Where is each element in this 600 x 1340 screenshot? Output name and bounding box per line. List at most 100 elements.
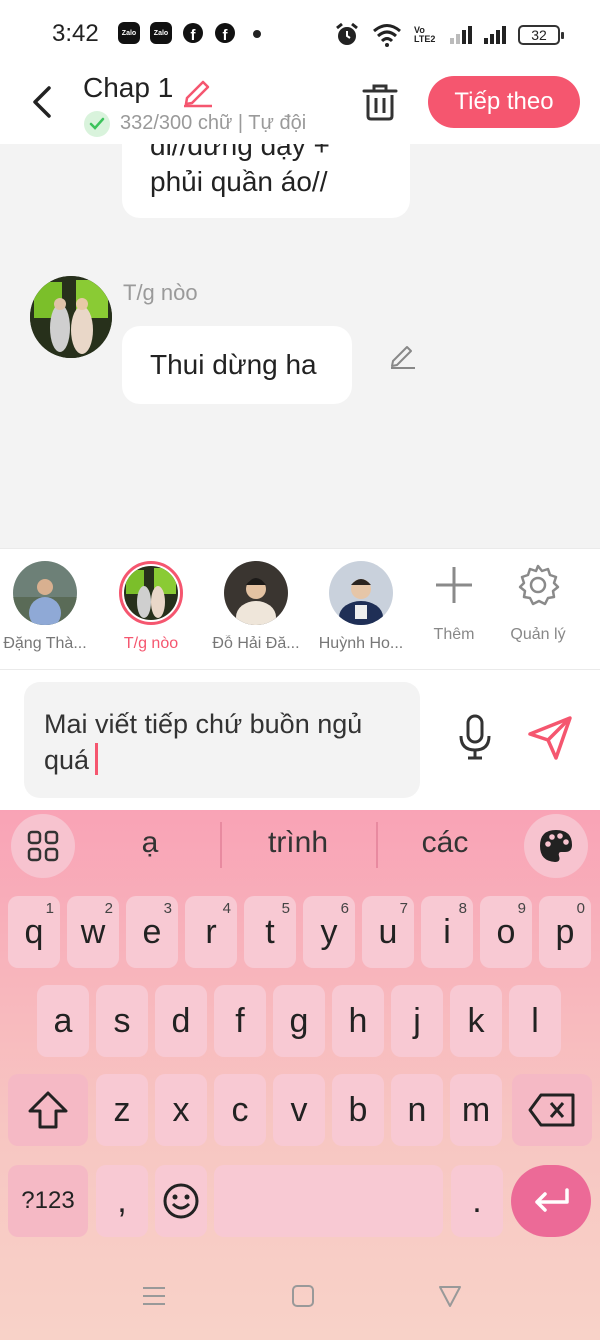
key-b[interactable]: b [332,1074,384,1146]
suggestion-word[interactable]: ạ [75,826,225,860]
symbols-key[interactable]: ?123 [8,1165,88,1237]
character-selector: Đặng Thà... T/g nòo Đỗ Hải Đă... Huỳnh H… [0,548,600,670]
avatar [13,561,77,625]
message-text: phủi quần áo// [150,166,328,197]
character-item[interactable]: T/g nòo [96,561,206,653]
key-f[interactable]: f [214,985,266,1057]
key-q[interactable]: q1 [8,896,60,968]
message-text: Thui dừng ha [150,349,317,380]
theme-button[interactable] [524,814,588,878]
backspace-icon [528,1093,575,1127]
character-item[interactable]: Huỳnh Ho... [306,561,416,653]
key-r[interactable]: r4 [185,896,237,968]
status-time: 3:42 [52,20,99,47]
character-item[interactable]: Đỗ Hải Đă... [201,561,311,653]
character-name: Huỳnh Ho... [318,635,404,652]
zalo-icon: Zalo [150,22,172,44]
key-a[interactable]: a [37,985,89,1057]
key-c[interactable]: c [214,1074,266,1146]
key-t[interactable]: t5 [244,896,296,968]
trash-icon[interactable] [360,82,400,122]
palette-icon [540,830,572,862]
menu-icon[interactable] [140,1282,168,1310]
apps-grid-button[interactable] [11,814,75,878]
avatar [224,561,288,625]
key-m[interactable]: m [450,1074,502,1146]
key-g[interactable]: g [273,985,325,1057]
key-d[interactable]: d [155,985,207,1057]
message-bubble[interactable]: Thui dừng ha [122,326,352,404]
key-y[interactable]: y6 [303,896,355,968]
key-j[interactable]: j [391,985,443,1057]
key-w[interactable]: w2 [67,896,119,968]
signal-icon [450,26,472,44]
key-n[interactable]: n [391,1074,443,1146]
home-icon[interactable] [289,1282,317,1310]
add-character-button[interactable]: Thêm [419,563,489,644]
key-u[interactable]: u7 [362,896,414,968]
text-caret [95,743,99,775]
key-k[interactable]: k [450,985,502,1057]
shift-icon [28,1091,68,1129]
key-h[interactable]: h [332,985,384,1057]
plus-icon [436,567,472,603]
key-i[interactable]: i8 [421,896,473,968]
send-icon[interactable] [526,714,574,762]
key-x[interactable]: x [155,1074,207,1146]
character-name: T/g nòo [123,635,179,652]
gear-icon [518,564,560,606]
next-button[interactable]: Tiếp theo [428,76,580,128]
status-bar: 3:42 Zalo Zalo f f Vo LTE2 32 [0,0,600,68]
zalo-icon: Zalo [118,22,140,44]
grid-icon [27,830,59,862]
back-triangle-icon[interactable] [436,1282,464,1310]
message-input[interactable]: Mai viết tiếp chứ buồn ngủ quá [24,682,420,798]
emoji-icon [163,1183,199,1219]
suggestion-word[interactable]: các [370,826,520,860]
message-input-text: Mai viết tiếp chứ buồn ngủ quá [44,709,363,775]
edit-pencil-icon[interactable] [181,74,215,108]
avatar [119,561,183,625]
space-key[interactable] [214,1165,443,1237]
message-bubble[interactable]: di//dừng dậy + phủi quần áo// [122,144,410,218]
add-label: Thêm [433,626,475,643]
character-name: Đỗ Hải Đă... [212,635,300,652]
key-v[interactable]: v [273,1074,325,1146]
alarm-icon [336,22,358,45]
key-z[interactable]: z [96,1074,148,1146]
facebook-icon: f [183,23,203,43]
key-s[interactable]: s [96,985,148,1057]
edit-pencil-icon[interactable] [388,340,418,370]
character-item[interactable]: Đặng Thà... [0,561,100,653]
sender-name: T/g nòo [123,280,198,305]
key-l[interactable]: l [509,985,561,1057]
suggestion-word[interactable]: trình [223,826,373,860]
emoji-key[interactable] [155,1165,207,1237]
header: Chap 1 332/300 chữ | Tự đội Tiếp theo [0,68,600,144]
comma-key[interactable]: , [96,1165,148,1237]
key-o[interactable]: o9 [480,896,532,968]
manage-label: Quản lý [510,626,566,643]
back-button[interactable] [26,82,58,122]
backspace-key[interactable] [512,1074,592,1146]
microphone-icon[interactable] [456,714,494,760]
composer: Mai viết tiếp chứ buồn ngủ quá [0,670,600,810]
enter-icon [535,1188,569,1212]
divider [220,822,222,868]
wifi-icon [373,24,401,47]
lte-icon: Vo LTE2 [414,25,436,44]
avatar[interactable] [30,276,112,358]
battery-icon: 32 [518,25,564,45]
character-name: Đặng Thà... [3,635,87,652]
word-count: 332/300 chữ | Tự đội [120,112,307,134]
manage-button[interactable]: Quản lý [503,563,573,644]
page-title: Chap 1 [83,72,174,103]
shift-key[interactable] [8,1074,88,1146]
key-e[interactable]: e3 [126,896,178,968]
enter-key[interactable] [511,1165,591,1237]
message-text: di//dừng dậy + [150,144,330,161]
check-icon [84,111,110,137]
keyboard: ạ trình các q1 w2 e3 r4 t5 y6 u7 i8 o9 p… [0,810,600,1340]
key-p[interactable]: p0 [539,896,591,968]
period-key[interactable]: . [451,1165,503,1237]
